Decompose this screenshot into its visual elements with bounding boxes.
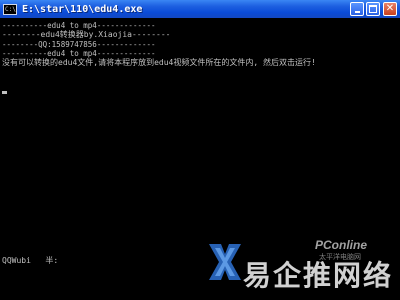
console-app-icon[interactable]: C:\ bbox=[3, 3, 17, 15]
close-icon: ✕ bbox=[385, 3, 395, 14]
window-title: E:\star\110\edu4.exe bbox=[22, 3, 143, 15]
x-logo-icon bbox=[209, 244, 241, 280]
minimize-button[interactable] bbox=[350, 2, 364, 16]
ime-status-bar: QQWubi 半: bbox=[2, 256, 59, 265]
watermark-brand: PConline bbox=[315, 238, 368, 252]
watermark-logo: PConline 太平洋电脑网 易企推网络 bbox=[207, 232, 400, 300]
console-line: ----------edu4 to mp4------------- bbox=[2, 49, 156, 58]
console-window: C:\ E:\star\110\edu4.exe ✕ ----------edu… bbox=[0, 0, 400, 300]
console-line: ----------edu4 to mp4------------- bbox=[2, 21, 156, 30]
console-line: --------QQ:1589747856------------- bbox=[2, 40, 156, 49]
console-line: --------edu4转换器by.Xiaojia-------- bbox=[2, 30, 171, 39]
minimize-icon bbox=[354, 11, 360, 13]
title-bar[interactable]: C:\ E:\star\110\edu4.exe ✕ bbox=[0, 0, 400, 18]
text-cursor bbox=[2, 91, 7, 94]
maximize-button[interactable] bbox=[366, 2, 380, 16]
maximize-icon bbox=[369, 5, 377, 13]
watermark-text: 易企推网络 bbox=[243, 259, 394, 292]
close-button[interactable]: ✕ bbox=[383, 2, 397, 16]
console-line: 没有可以转换的edu4文件,请将本程序放到edu4视频文件所在的文件内, 然后双… bbox=[2, 58, 316, 67]
